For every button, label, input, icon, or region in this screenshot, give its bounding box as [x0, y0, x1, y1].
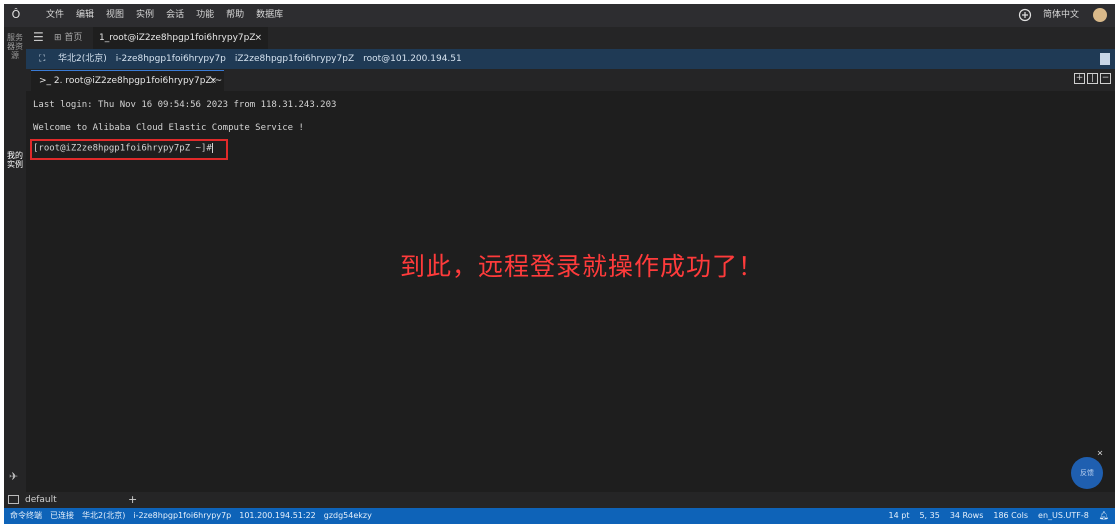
terminal-prompt-text: [root@iZ2ze8hpgp1foi6hrypy7pZ ~]#: [33, 143, 212, 154]
tab-home-label: 首页: [64, 33, 83, 43]
expand-icon[interactable]: ⛶: [39, 49, 45, 69]
tab-terminal-label: >_ 2. root@iZ2ze8hpgp1foi6hrypy7pZ:~: [39, 76, 223, 86]
app-window: Ô 文件 编辑 视图 实例 会话 功能 帮助 数据库 简体中文 服务器资源 我的…: [4, 4, 1115, 524]
app-logo-icon: Ô: [11, 8, 21, 21]
tab-terminal[interactable]: >_ 2. root@iZ2ze8hpgp1foi6hrypy7pZ:~ ×: [31, 70, 224, 91]
hamburger-menu-icon[interactable]: ☰: [33, 30, 44, 45]
terminal-area[interactable]: Last login: Thu Nov 16 09:54:56 2023 fro…: [26, 91, 1115, 492]
terminal-prompt: [root@iZ2ze8hpgp1foi6hrypy7pZ ~]#: [33, 143, 213, 154]
split-vertical-icon[interactable]: |: [1087, 73, 1098, 84]
menu-file[interactable]: 文件: [46, 4, 64, 27]
menubar: Ô 文件 编辑 视图 实例 会话 功能 帮助 数据库 简体中文: [4, 4, 1115, 27]
status-cursor-pos: 5, 35: [919, 511, 940, 520]
status-cols: 186 Cols: [993, 511, 1029, 520]
menu-session[interactable]: 会话: [166, 4, 184, 27]
status-instance-id: i-2ze8hpgp1foi6hrypy7p: [133, 511, 232, 520]
terminal-icon: [8, 495, 19, 504]
bell-icon[interactable]: 🔔︎: [1099, 508, 1109, 524]
status-bar: 命令终端 已连接 华北2(北京) i-2ze8hpgp1foi6hrypy7p …: [4, 508, 1115, 524]
pin-icon[interactable]: ✈: [9, 470, 18, 483]
panel-tab-bar: default +: [4, 492, 1115, 508]
sidebar-toggle-icon[interactable]: [1100, 53, 1110, 65]
menu-view[interactable]: 视图: [106, 4, 124, 27]
language-selector[interactable]: 简体中文: [1043, 4, 1079, 27]
tab-session[interactable]: 1_root@iZ2ze8hpgp1foi6hrypy7pZ ×: [93, 27, 268, 49]
menu-instance[interactable]: 实例: [136, 4, 154, 27]
status-font-size[interactable]: 14 pt: [889, 508, 910, 524]
add-circle-icon[interactable]: [1018, 8, 1032, 22]
add-panel-button[interactable]: +: [128, 492, 137, 508]
annotation-text: 到此，远程登录就操作成功了！: [400, 252, 765, 281]
terminal-line-welcome: Welcome to Alibaba Cloud Elastic Compute…: [33, 123, 304, 133]
info-connection: root@101.200.194.51: [363, 54, 462, 64]
info-hostname: iZ2ze8hpgp1foi6hrypy7pZ: [234, 54, 355, 64]
info-region: 华北2(北京): [58, 54, 107, 64]
status-connected: 已连接: [50, 511, 74, 520]
menu-database[interactable]: 数据库: [256, 4, 283, 27]
activity-bar: 服务器资源 我的实例 ✈: [4, 27, 26, 492]
menu-help[interactable]: 帮助: [226, 4, 244, 27]
session-tab-bar: ☰ ⊞ 首页 1_root@iZ2ze8hpgp1foi6hrypy7pZ ×: [26, 27, 1115, 49]
status-right: 14 pt 5, 35 34 Rows 186 Cols en_US.UTF-8…: [879, 508, 1109, 524]
instance-info-items: 华北2(北京) i-2ze8hpgp1foi6hrypy7p iZ2ze8hpg…: [58, 49, 471, 69]
status-left: 命令终端 已连接 华北2(北京) i-2ze8hpgp1foi6hrypy7p …: [10, 508, 380, 524]
tab-home[interactable]: ⊞ 首页: [54, 27, 82, 49]
menu-function[interactable]: 功能: [196, 4, 214, 27]
status-id: gzdg54ekzy: [323, 511, 372, 520]
close-icon[interactable]: ×: [209, 71, 217, 92]
terminal-tab-bar: >_ 2. root@iZ2ze8hpgp1foi6hrypy7pZ:~ × +…: [26, 69, 1115, 91]
close-icon[interactable]: ×: [1097, 448, 1103, 459]
tab-session-label: 1_root@iZ2ze8hpgp1foi6hrypy7pZ: [99, 33, 256, 43]
menu-list: 文件 编辑 视图 实例 会话 功能 帮助 数据库: [46, 4, 295, 27]
instance-info-bar: ⛶ 华北2(北京) i-2ze8hpgp1foi6hrypy7p iZ2ze8h…: [26, 49, 1115, 69]
menu-edit[interactable]: 编辑: [76, 4, 94, 27]
panel-tab-default[interactable]: default: [25, 492, 57, 508]
info-instance-id: i-2ze8hpgp1foi6hrypy7p: [115, 54, 226, 64]
terminal-cursor: [211, 143, 213, 153]
split-horizontal-icon[interactable]: −: [1100, 73, 1111, 84]
status-rows: 34 Rows: [949, 511, 984, 520]
add-pane-icon[interactable]: +: [1074, 73, 1085, 84]
terminal-line-last-login: Last login: Thu Nov 16 09:54:56 2023 fro…: [33, 100, 337, 110]
close-icon[interactable]: ×: [254, 27, 262, 49]
status-region: 华北2(北京): [82, 511, 126, 520]
status-address: 101.200.194.51:22: [239, 511, 316, 520]
avatar[interactable]: [1093, 8, 1107, 22]
status-encoding[interactable]: en_US.UTF-8: [1038, 508, 1089, 524]
sidebar-item-my-instances[interactable]: 我的实例: [7, 151, 23, 169]
sidebar-item-server-resources[interactable]: 服务器资源: [7, 33, 23, 60]
feedback-button[interactable]: 反馈: [1071, 457, 1103, 489]
status-terminal[interactable]: 命令终端: [10, 508, 42, 524]
